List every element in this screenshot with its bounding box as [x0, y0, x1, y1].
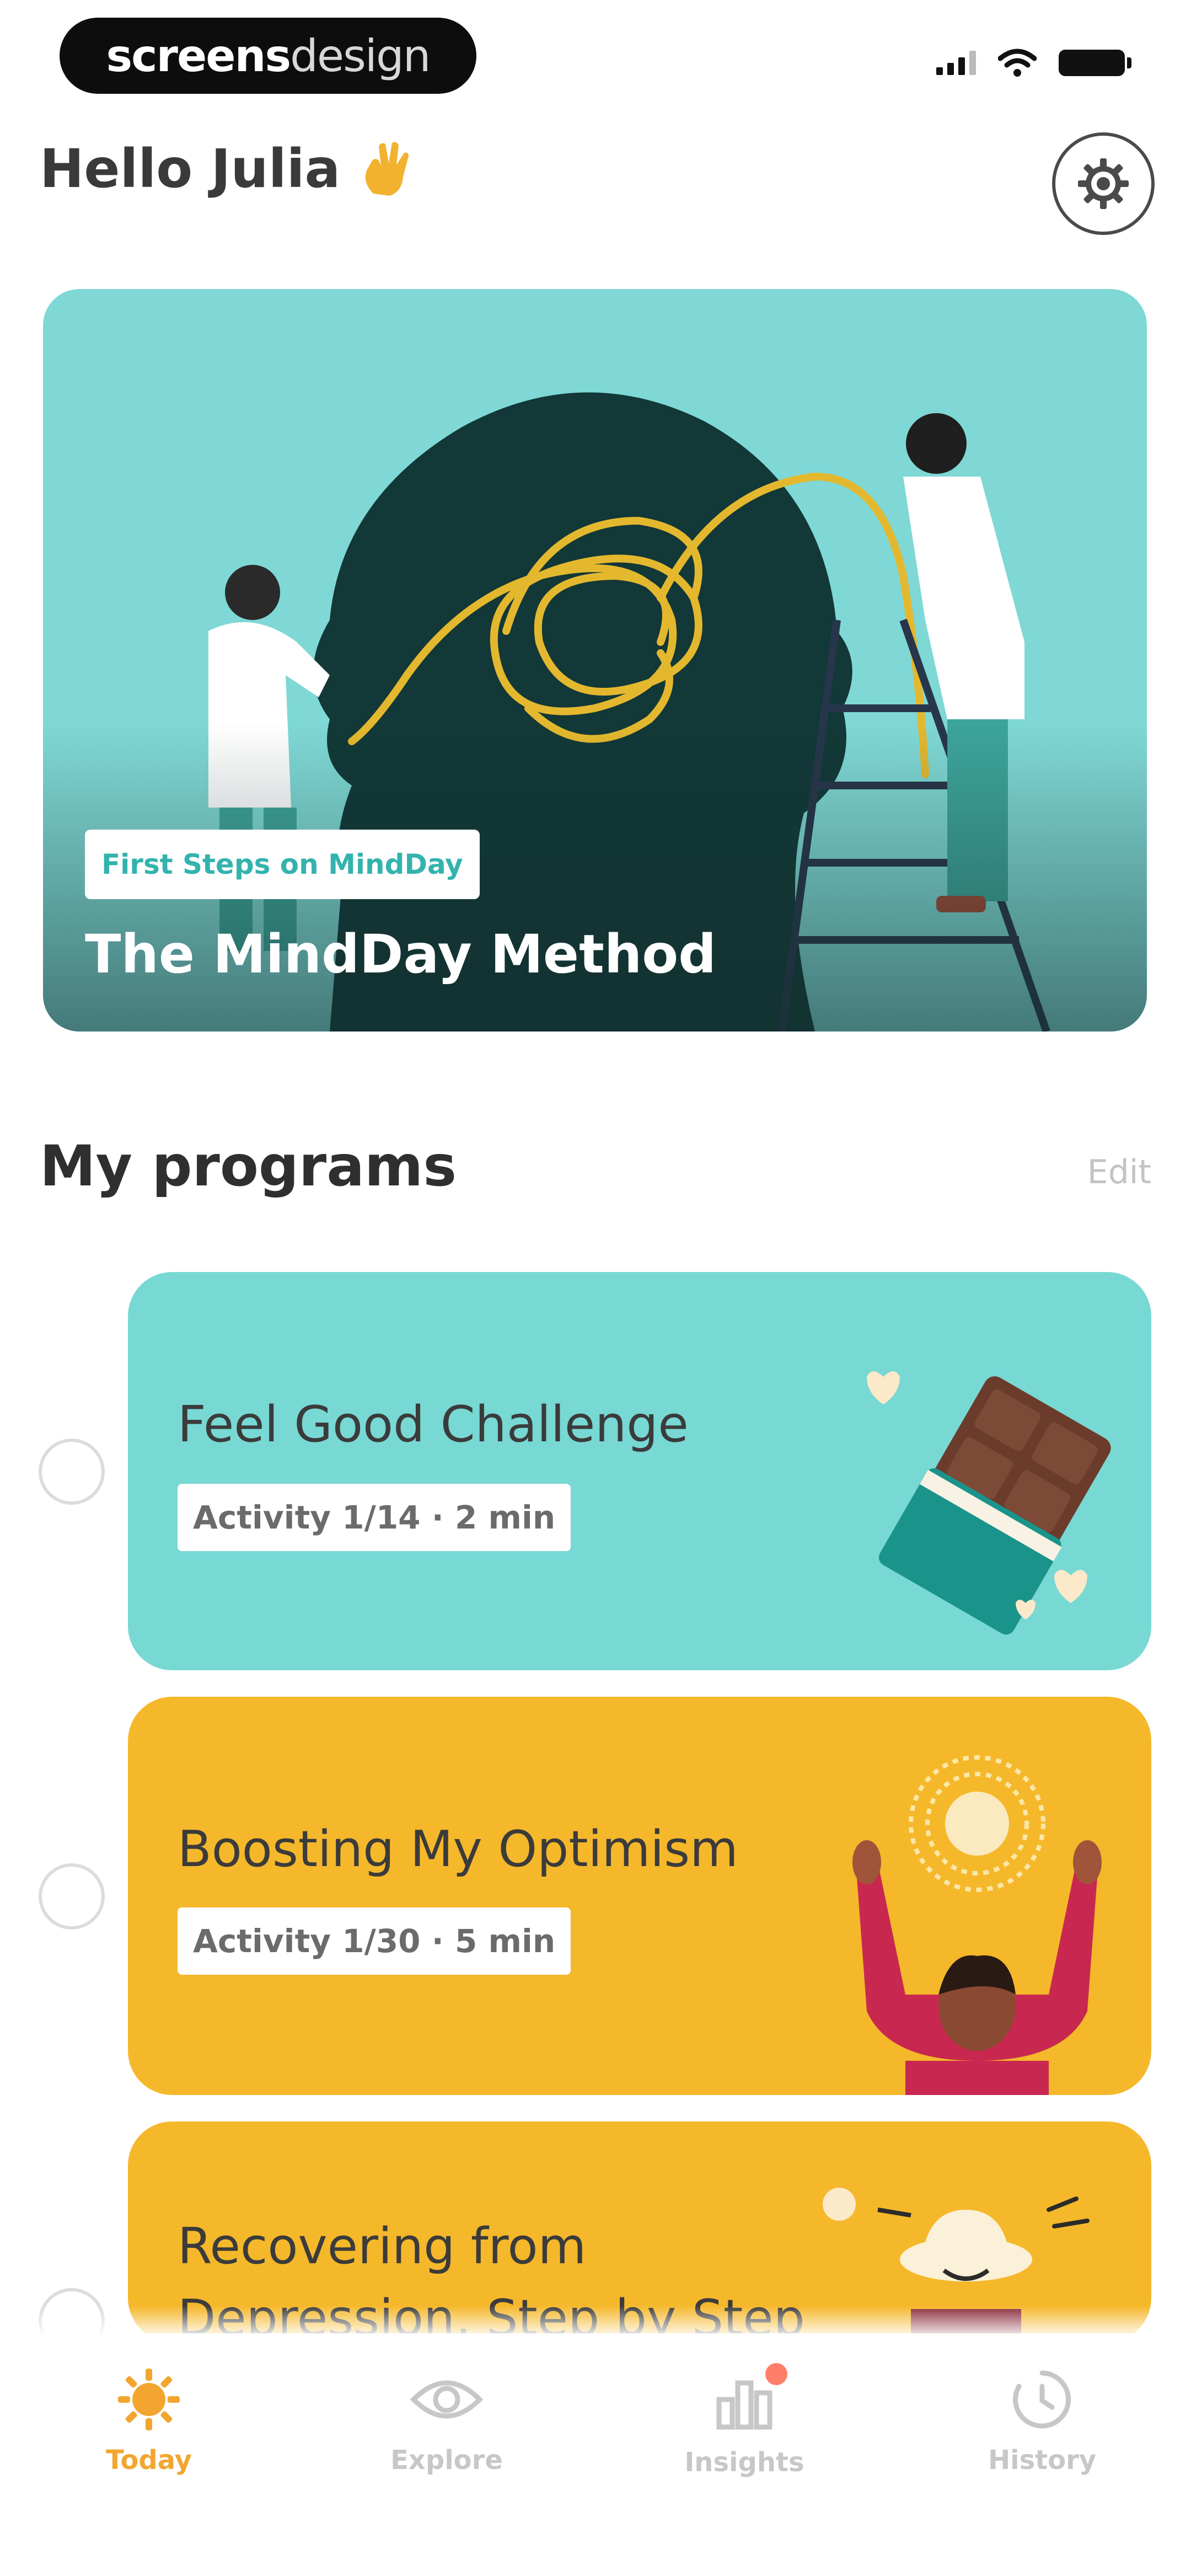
- tab-today[interactable]: Today: [39, 2366, 259, 2476]
- brand-text-bold: screens: [106, 30, 292, 82]
- hero-tag: First Steps on MindDay: [85, 830, 480, 899]
- tab-label: Insights: [684, 2447, 804, 2478]
- sun-icon: [118, 2369, 180, 2430]
- settings-button[interactable]: [1052, 132, 1155, 235]
- program-badge: Activity 1/30 · 5 min: [178, 1907, 571, 1975]
- brand-logo: screensdesign: [60, 18, 476, 94]
- greeting: Hello Julia: [40, 138, 417, 200]
- status-icons: [936, 49, 1131, 77]
- edit-link[interactable]: Edit: [1087, 1153, 1151, 1191]
- hero-card[interactable]: First Steps on MindDay The MindDay Metho…: [43, 289, 1147, 1032]
- greeting-text: Hello Julia: [40, 138, 341, 200]
- hand-wave-icon: [366, 142, 409, 196]
- tab-label: History: [988, 2445, 1097, 2476]
- wifi-icon: [998, 49, 1037, 77]
- brand-text-light: design: [290, 30, 431, 82]
- section-title-my-programs: My programs: [40, 1134, 457, 1199]
- program-badge: Activity 1/14 · 2 min: [178, 1484, 571, 1551]
- program-radio-feel-good[interactable]: [39, 1439, 105, 1505]
- tab-insights[interactable]: Insights: [634, 2363, 855, 2478]
- tab-label: Explore: [390, 2445, 503, 2476]
- tab-bar: Today Explore Insights History: [0, 2333, 1191, 2576]
- program-title: Boosting My Optimism: [178, 1820, 738, 1878]
- program-title: Feel Good Challenge: [178, 1396, 689, 1453]
- tab-history[interactable]: History: [932, 2366, 1152, 2476]
- program-card-feel-good-challenge[interactable]: Feel Good Challenge Activity 1/14 · 2 mi…: [128, 1272, 1151, 1670]
- gear-icon: [1078, 158, 1129, 209]
- battery-icon: [1059, 50, 1131, 76]
- program-radio-optimism[interactable]: [39, 1863, 105, 1930]
- status-bar: screensdesign: [0, 0, 1191, 110]
- program-card-boosting-optimism[interactable]: Boosting My Optimism Activity 1/30 · 5 m…: [128, 1697, 1151, 2095]
- notification-dot: [765, 2363, 787, 2385]
- chocolate-bar-icon: [867, 1371, 1111, 1635]
- eye-icon: [410, 2380, 484, 2419]
- hero-title: The MindDay Method: [85, 923, 716, 985]
- tab-label: Today: [106, 2445, 192, 2476]
- person-with-sun-icon: [852, 1755, 1102, 2095]
- tab-explore[interactable]: Explore: [336, 2366, 557, 2476]
- clock-icon: [1013, 2370, 1071, 2429]
- signal-icon: [936, 51, 976, 75]
